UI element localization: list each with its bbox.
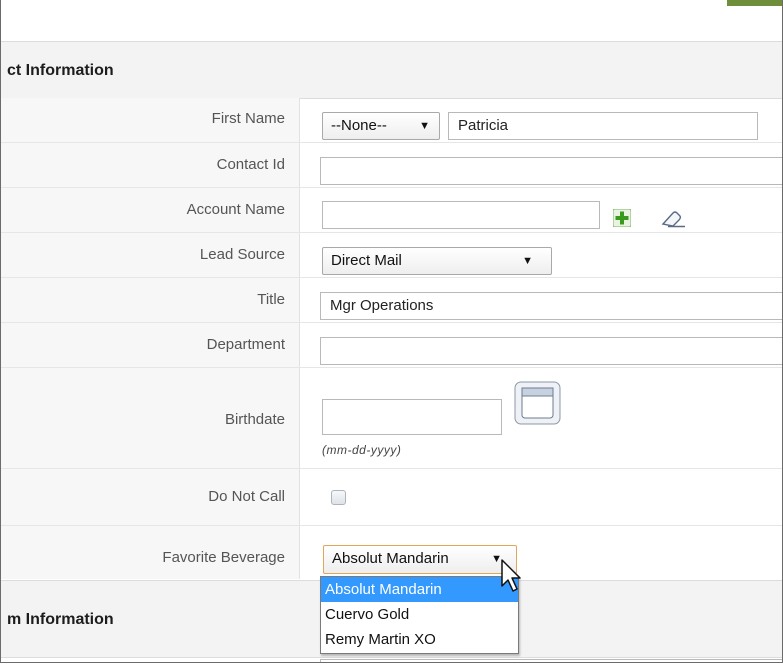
chevron-down-icon: ▼ bbox=[522, 255, 533, 267]
contact-information-header: ct Information bbox=[1, 41, 782, 99]
lead-source-select[interactable]: Direct Mail ▼ bbox=[322, 247, 552, 275]
mouse-pointer-icon bbox=[501, 559, 521, 592]
label-cell: First Name bbox=[1, 98, 300, 142]
title-input[interactable]: Mgr Operations bbox=[320, 292, 782, 320]
lead-source-value: Direct Mail bbox=[331, 252, 402, 269]
first-name-label: First Name bbox=[211, 110, 285, 127]
label-cell: Lead Source bbox=[1, 233, 300, 277]
row-lead-source: Lead Source Direct Mail ▼ bbox=[1, 233, 782, 278]
contact-id-label: Contact Id bbox=[216, 156, 285, 173]
do-not-call-label: Do Not Call bbox=[208, 488, 285, 505]
label-cell: Favorite Beverage bbox=[1, 526, 300, 579]
label-cell: Department bbox=[1, 323, 300, 367]
section-title: ct Information bbox=[7, 62, 114, 79]
birthdate-input[interactable] bbox=[322, 399, 502, 435]
account-name-label: Account Name bbox=[186, 201, 285, 218]
favorite-beverage-dropdown[interactable]: Absolut Mandarin Cuervo Gold Remy Martin… bbox=[320, 576, 519, 654]
favorite-beverage-value: Absolut Mandarin bbox=[332, 550, 449, 567]
section-title: m Information bbox=[7, 611, 114, 628]
birthdate-label: Birthdate bbox=[224, 411, 285, 428]
title-label: Title bbox=[257, 291, 285, 308]
row-department: Department bbox=[1, 323, 782, 368]
date-format-hint: (mm-dd-yyyy) bbox=[322, 443, 402, 457]
department-label: Department bbox=[206, 336, 285, 353]
contact-id-input[interactable] bbox=[320, 157, 782, 185]
eraser-icon[interactable] bbox=[659, 209, 687, 229]
first-name-input[interactable]: Patricia bbox=[448, 112, 758, 140]
row-contact-id: Contact Id bbox=[1, 143, 782, 188]
row-first-name: First Name --None-- ▼ Patricia bbox=[1, 98, 782, 143]
label-cell: Birthdate bbox=[1, 368, 300, 468]
dropdown-option[interactable]: Absolut Mandarin bbox=[321, 577, 518, 602]
calendar-icon[interactable] bbox=[514, 381, 561, 425]
department-input[interactable] bbox=[320, 337, 782, 365]
dropdown-option[interactable]: Remy Martin XO bbox=[321, 627, 518, 652]
favorite-beverage-select[interactable]: Absolut Mandarin ▼ bbox=[323, 545, 517, 574]
contact-form-frame: ct Information First Name --None-- ▼ Pat… bbox=[0, 0, 783, 663]
label-cell: Account Name bbox=[1, 188, 300, 232]
row-title: Title Mgr Operations bbox=[1, 278, 782, 323]
top-accent-bar bbox=[727, 0, 782, 6]
favorite-beverage-label: Favorite Beverage bbox=[162, 549, 285, 566]
row-favorite-beverage: Favorite Beverage Absolut Mandarin ▼ bbox=[1, 526, 782, 579]
lead-source-label: Lead Source bbox=[199, 246, 285, 263]
plus-icon[interactable] bbox=[613, 209, 631, 227]
salutation-select[interactable]: --None-- ▼ bbox=[322, 112, 440, 140]
do-not-call-checkbox[interactable] bbox=[331, 490, 346, 505]
label-cell: Contact Id bbox=[1, 143, 300, 187]
label-cell: Do Not Call bbox=[1, 469, 300, 525]
account-name-input[interactable] bbox=[322, 201, 600, 229]
salutation-value: --None-- bbox=[331, 117, 387, 134]
chevron-down-icon: ▼ bbox=[419, 120, 430, 132]
label-cell: Title bbox=[1, 278, 300, 322]
row-do-not-call: Do Not Call bbox=[1, 469, 782, 526]
dropdown-option[interactable]: Cuervo Gold bbox=[321, 602, 518, 627]
bottom-field-input[interactable] bbox=[320, 659, 782, 662]
